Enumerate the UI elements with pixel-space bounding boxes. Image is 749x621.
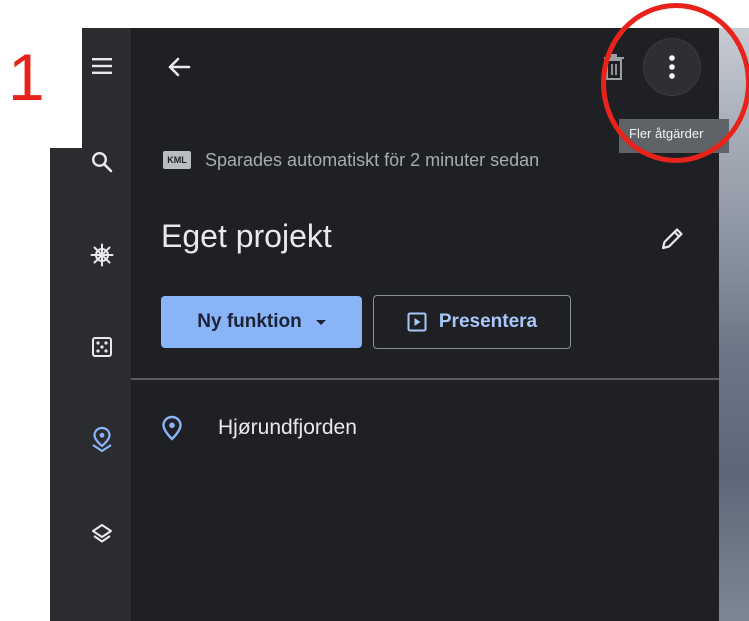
search-icon[interactable] (90, 150, 114, 174)
layers-icon[interactable] (90, 522, 114, 546)
pencil-icon (661, 228, 683, 250)
present-button[interactable]: Presentera (373, 295, 571, 349)
more-vertical-icon (669, 55, 675, 79)
dice-icon[interactable] (90, 335, 114, 359)
list-item[interactable]: Hjørundfjorden (160, 408, 700, 448)
list-item-label: Hjørundfjorden (218, 416, 357, 439)
menu-icon[interactable] (90, 54, 114, 78)
present-play-icon (407, 312, 427, 332)
autosave-status: KML Sparades automatiskt för 2 minuter s… (163, 148, 539, 172)
new-feature-label: Ny funktion (197, 311, 302, 332)
project-title: Eget projekt (161, 218, 332, 254)
edit-title-button[interactable] (654, 222, 690, 256)
ship-wheel-icon[interactable] (90, 243, 114, 267)
step-number-annotation: 1 (8, 40, 45, 114)
trash-icon (604, 54, 624, 80)
delete-button[interactable] (599, 50, 629, 84)
arrow-left-icon (168, 57, 191, 77)
new-feature-button[interactable]: Ny funktion (161, 296, 362, 348)
sidebar-rail (50, 148, 132, 621)
kml-badge: KML (163, 151, 191, 169)
more-actions-button[interactable] (643, 38, 701, 96)
back-button[interactable] (162, 52, 196, 82)
more-actions-tooltip: Fler åtgärder (619, 119, 729, 153)
map-background[interactable] (719, 28, 749, 621)
chevron-down-icon (315, 319, 326, 325)
place-pin-icon (162, 415, 182, 441)
autosave-text: Sparades automatiskt för 2 minuter sedan (205, 149, 540, 170)
present-label: Presentera (438, 311, 538, 332)
section-divider (131, 378, 719, 380)
place-pin-icon[interactable] (90, 426, 114, 452)
sidebar-rail-top (82, 28, 132, 150)
